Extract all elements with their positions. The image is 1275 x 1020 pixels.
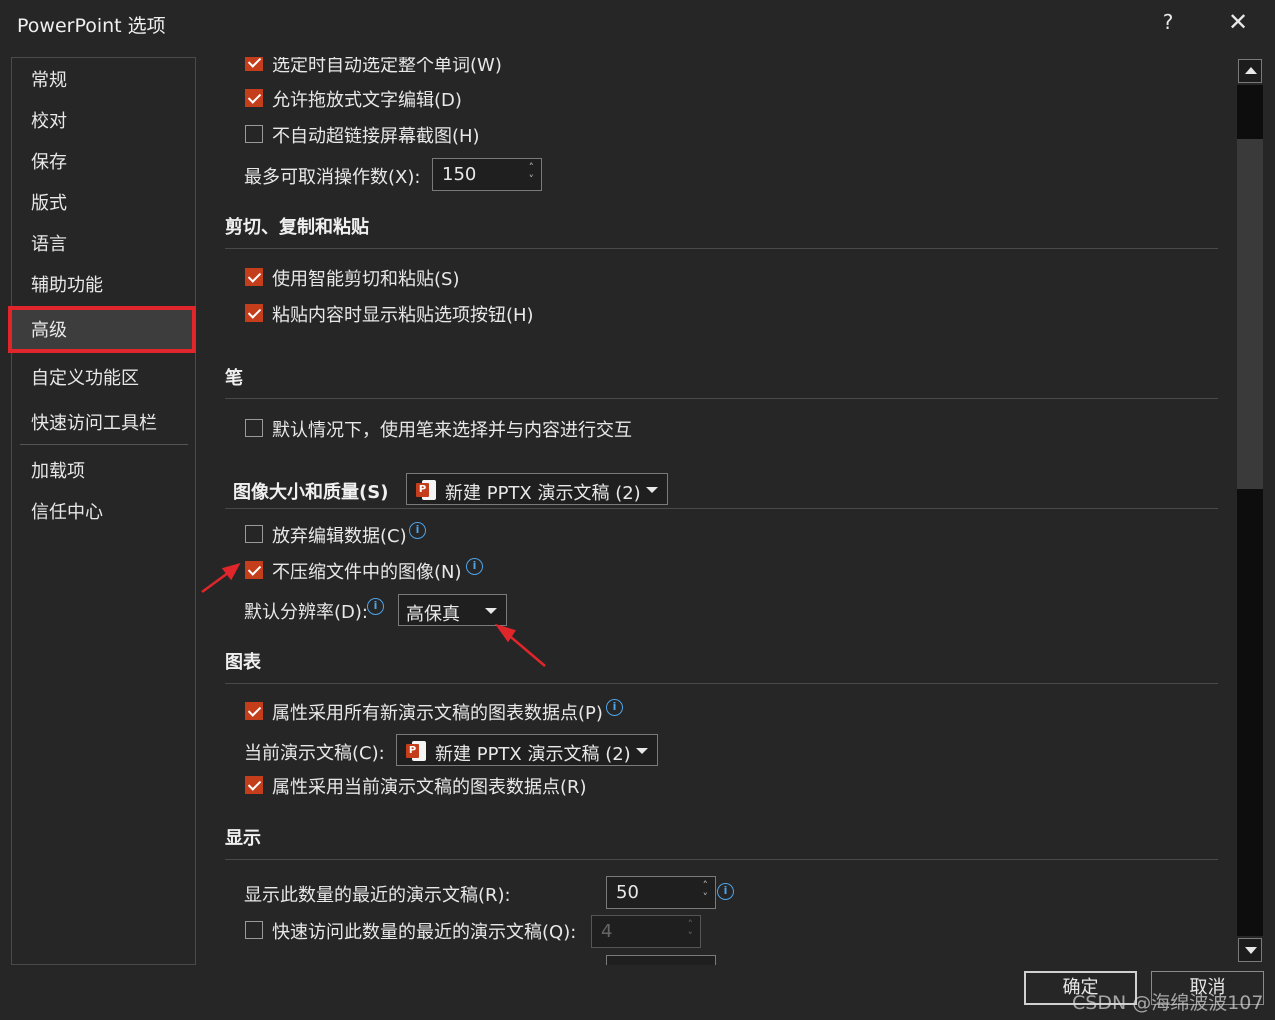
arrow-head (221, 562, 241, 581)
annotation-arrows (201, 562, 546, 667)
